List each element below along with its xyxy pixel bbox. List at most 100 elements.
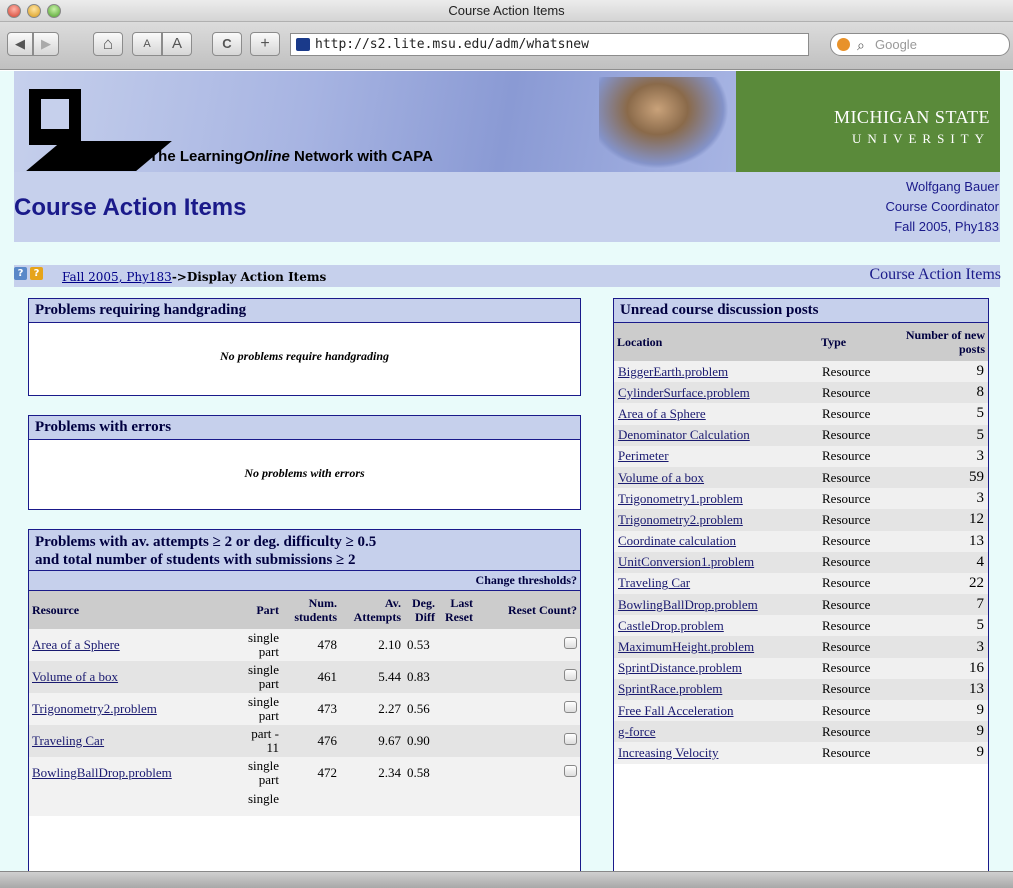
home-button[interactable]: ⌂ [93,32,123,56]
breadcrumb-course-link[interactable]: Fall 2005, Phy183 [62,270,172,284]
text-smaller-button[interactable]: A [132,32,162,56]
students-cell: 472 [282,757,340,789]
location-link[interactable]: Area of a Sphere [618,406,706,421]
search-input[interactable]: ⌕ Google [830,33,1010,56]
location-link[interactable]: MaximumHeight.problem [618,639,754,654]
part-cell: part - 11 [234,725,282,757]
type-cell: Resource [818,445,880,467]
location-link[interactable]: BowlingBallDrop.problem [618,597,758,612]
post-count: 3 [880,445,988,467]
url-text: http://s2.lite.msu.edu/adm/whatsnew [315,37,589,52]
handgrading-message: No problems require handgrading [219,349,390,363]
list-item: Coordinate calculation Resource 13 [614,530,988,552]
add-bookmark-button[interactable]: + [250,32,280,56]
reset-count-checkbox[interactable] [564,669,577,681]
post-count: 16 [880,657,988,679]
col-type: Type [818,323,880,361]
students-cell: 473 [282,693,340,725]
list-item: UnitConversion1.problem Resource 4 [614,551,988,573]
change-thresholds-link[interactable]: Change thresholds? [476,573,577,587]
address-bar[interactable]: http://s2.lite.msu.edu/adm/whatsnew [290,33,809,56]
errors-panel: Problems with errors No problems with er… [28,415,581,510]
list-item: BowlingBallDrop.problem Resource 7 [614,594,988,616]
location-cell: Free Fall Acceleration [614,700,818,722]
location-link[interactable]: SprintDistance.problem [618,660,742,675]
diff-cell: 0.56 [404,693,438,725]
location-link[interactable]: g-force [618,724,656,739]
reset-count-checkbox[interactable] [564,701,577,713]
type-cell: Resource [818,594,880,616]
location-link[interactable]: Denominator Calculation [618,427,750,442]
location-link[interactable]: Traveling Car [618,575,690,590]
location-link[interactable]: Trigonometry1.problem [618,491,743,506]
msu-name: MICHIGAN STATE [833,107,990,127]
resource-cell: BowlingBallDrop.problem [29,757,234,789]
location-link[interactable]: UnitConversion1.problem [618,554,754,569]
part-cell: single part [234,661,282,693]
location-link[interactable]: CylinderSurface.problem [618,385,750,400]
col-reset-count: Reset Count? [476,591,580,629]
post-count: 9 [880,721,988,743]
list-item: Traveling Car Resource 22 [614,572,988,595]
home-icon: ⌂ [102,34,114,53]
resource-link[interactable]: Traveling Car [32,733,104,748]
reset-count-checkbox[interactable] [564,637,577,649]
site-icon [296,38,310,51]
post-count: 4 [880,551,988,573]
location-cell: Trigonometry2.problem [614,509,818,531]
col-new-posts: Number of new posts [880,323,988,361]
location-link[interactable]: SprintRace.problem [618,681,722,696]
location-cell: SprintRace.problem [614,678,818,700]
user-name: Wolfgang Bauer [906,179,999,194]
list-item: Trigonometry2.problem Resource 12 [614,509,988,531]
location-cell: UnitConversion1.problem [614,551,818,573]
col-last-reset: Last Reset [438,591,476,629]
location-link[interactable]: Coordinate calculation [618,533,736,548]
location-link[interactable]: CastleDrop.problem [618,618,724,633]
resource-link[interactable]: Area of a Sphere [32,637,120,652]
help-icon[interactable]: ? [14,267,27,280]
section-title: Course Action Items [869,266,1001,283]
back-button[interactable]: ◀ [7,32,33,56]
course-name: Fall 2005, Phy183 [894,219,999,234]
location-link[interactable]: BiggerEarth.problem [618,364,728,379]
resource-link[interactable]: Volume of a box [32,669,118,684]
text-bigger-button[interactable]: A [162,32,192,56]
location-link[interactable]: Volume of a box [618,470,704,485]
reset-count-checkbox[interactable] [564,765,577,777]
post-count: 59 [880,466,988,489]
location-link[interactable]: Perimeter [618,448,669,463]
table-row: single [29,789,580,816]
list-item: SprintRace.problem Resource 13 [614,678,988,700]
reset-count-checkbox[interactable] [564,733,577,745]
page-content: The LearningOnline Network with CAPA MIC… [0,71,1013,871]
discussion-title: Unread course discussion posts [614,299,988,323]
location-link[interactable]: Free Fall Acceleration [618,703,734,718]
type-cell: Resource [818,551,880,573]
location-link[interactable]: Trigonometry2.problem [618,512,743,527]
attempts-cell: 2.10 [340,629,404,661]
resource-link[interactable]: BowlingBallDrop.problem [32,765,172,780]
last-reset-cell [438,757,476,789]
last-reset-cell [438,661,476,693]
students-cell: 461 [282,661,340,693]
location-cell: Area of a Sphere [614,403,818,425]
list-item: CastleDrop.problem Resource 5 [614,615,988,637]
post-count: 3 [880,488,988,510]
post-count: 9 [880,361,988,383]
post-count: 13 [880,678,988,700]
list-item: CylinderSurface.problem Resource 8 [614,382,988,404]
difficulty-title-line2: and total number of students with submis… [35,552,356,568]
last-reset-cell [438,693,476,725]
type-cell: Resource [818,424,880,446]
resource-link[interactable]: Trigonometry2.problem [32,701,157,716]
location-cell: MaximumHeight.problem [614,636,818,658]
forward-button[interactable]: ▶ [33,32,59,56]
reload-button[interactable]: C [212,32,242,56]
location-link[interactable]: Increasing Velocity [618,745,718,760]
location-cell: CylinderSurface.problem [614,382,818,404]
discussion-table: Location Type Number of new posts Bigger… [614,323,988,764]
plus-icon: + [260,35,270,52]
help-icon-alt[interactable]: ? [30,267,43,280]
last-reset-cell [438,629,476,661]
